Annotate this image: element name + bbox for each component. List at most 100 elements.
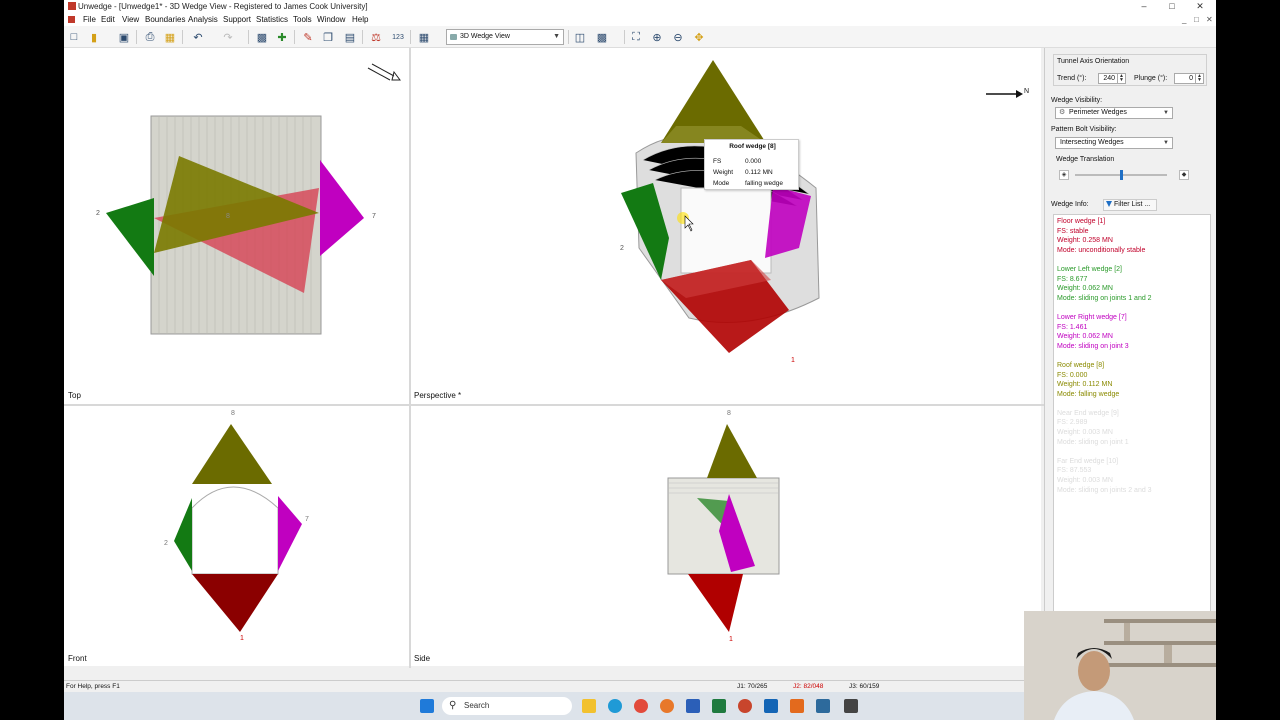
tooltip-value: 0.000 — [745, 158, 762, 165]
viewport-side[interactable]: 8 1 Side — [411, 406, 1041, 666]
wedge-info-line: Mode: sliding on joint 1 — [1057, 438, 1129, 446]
windows-start-icon[interactable] — [420, 699, 434, 713]
mdi-close-button[interactable]: ✕ — [1206, 13, 1213, 26]
unwedge-taskbar-icon[interactable] — [844, 699, 858, 713]
top-view-drawing — [106, 63, 401, 335]
excel-icon[interactable] — [712, 699, 726, 713]
outlook-icon[interactable] — [764, 699, 778, 713]
trend-spinner[interactable]: 240 ▲ ▼ — [1098, 73, 1126, 84]
wedge-info-line: Weight: 0.003 MN — [1057, 429, 1113, 437]
powerpoint-icon[interactable] — [738, 699, 752, 713]
wedge-label-8: 8 — [231, 410, 235, 417]
undo-icon[interactable]: ↶ — [190, 29, 206, 45]
redo-icon[interactable]: ↷ — [220, 29, 236, 45]
zoom-out-icon[interactable]: ⊖ — [670, 29, 686, 45]
tooltip-value: falling wedge — [745, 180, 783, 187]
mdi-restore-button[interactable]: □ — [1194, 13, 1199, 26]
menu-view[interactable]: View — [122, 13, 139, 26]
word-icon[interactable] — [686, 699, 700, 713]
wedge-label-8: 8 — [727, 410, 731, 417]
print-preview-icon[interactable]: ▦ — [162, 29, 178, 45]
toolbar: □ ▮ ▣ ⎙ ▦ ↶ ↷ ▩ ✚ ✎ ❐ ▤ ⚖ 123 ▦ 3D Wedge… — [64, 26, 1216, 48]
firefox-icon[interactable] — [660, 699, 674, 713]
mdi-minimize-button[interactable]: _ — [1182, 13, 1186, 26]
bolt-visibility-select[interactable]: Intersecting Wedges ▼ — [1055, 137, 1173, 149]
spinner-arrows-icon[interactable]: ▲ ▼ — [1117, 74, 1125, 83]
export-icon[interactable]: ✚ — [274, 29, 290, 45]
menu-window[interactable]: Window — [317, 13, 345, 26]
number-icon[interactable]: 123 — [390, 29, 406, 45]
plunge-spinner[interactable]: 0 ▲ ▼ — [1174, 73, 1204, 84]
viewport-front[interactable]: 8 2 7 1 Front — [64, 406, 409, 666]
menu-file[interactable]: File — [83, 13, 96, 26]
wedge-info-line: Weight: 0.258 MN — [1057, 237, 1113, 245]
viewport-perspective[interactable]: 2 1 N Perspective * — [411, 48, 1041, 404]
wedge-translation-slider[interactable] — [1075, 170, 1167, 180]
status-help: For Help, press F1 — [66, 683, 120, 690]
viewport-label-perspective: Perspective * — [414, 391, 462, 400]
new-icon[interactable]: □ — [66, 29, 82, 45]
taskbar-search[interactable]: ⚲ Search — [442, 697, 572, 715]
copy-icon[interactable]: ❐ — [320, 29, 336, 45]
bolt-visibility-value: Intersecting Wedges — [1060, 139, 1124, 146]
wedge-info-entry: Near End wedge [9] FS: 2.989 Weight: 0.003… — [1057, 409, 1207, 447]
tunnel-axis-group: Tunnel Axis Orientation Trend (°): 240 ▲… — [1053, 54, 1207, 86]
trend-label: Trend (°): — [1057, 75, 1087, 82]
close-button[interactable]: ✕ — [1186, 0, 1214, 13]
menu-edit[interactable]: Edit — [101, 13, 115, 26]
print-icon[interactable]: ⎙ — [142, 29, 158, 45]
wedge-visibility-label: Wedge Visibility: — [1051, 97, 1103, 104]
menu-help[interactable]: Help — [352, 13, 368, 26]
layout-icon[interactable]: ◫ — [572, 29, 588, 45]
open-icon[interactable]: ▮ — [86, 29, 102, 45]
spinner-arrows-icon[interactable]: ▲ ▼ — [1195, 74, 1203, 83]
wedge-info-entry: Roof wedge [8] FS: 0.000 Weight: 0.112 MN M… — [1057, 361, 1207, 399]
maximize-button[interactable]: □ — [1158, 0, 1186, 13]
toolbar-separator — [568, 30, 569, 44]
menu-bar: File Edit View Boundaries Analysis Suppo… — [64, 13, 1216, 26]
file-explorer-icon[interactable] — [582, 699, 596, 713]
pan-icon[interactable]: ✥ — [691, 29, 707, 45]
status-j1: J1: 70/265 — [737, 683, 768, 690]
tooltip-key: Weight — [713, 169, 734, 176]
calculator-icon[interactable]: ▦ — [416, 29, 432, 45]
edit-icon[interactable]: ✎ — [300, 29, 316, 45]
camera-icon[interactable]: ▩ — [594, 29, 610, 45]
sidebar-panel: Tunnel Axis Orientation Trend (°): 240 ▲… — [1044, 48, 1216, 613]
report-icon[interactable]: ▤ — [342, 29, 358, 45]
save-icon[interactable]: ▣ — [116, 29, 132, 45]
chrome-icon[interactable] — [634, 699, 648, 713]
compute-icon[interactable]: ▩ — [254, 29, 270, 45]
menu-support[interactable]: Support — [223, 13, 251, 26]
minimize-button[interactable]: – — [1130, 0, 1158, 13]
wedge-label-7: 7 — [372, 213, 376, 220]
wedge-visibility-select[interactable]: ⚙ Perimeter Wedges ▼ — [1055, 107, 1173, 119]
zoom-in-icon[interactable]: ⊕ — [649, 29, 665, 45]
view-select[interactable]: 3D Wedge View ▼ — [446, 29, 564, 45]
title-bar: Unwedge - [Unwedge1* - 3D Wedge View - R… — [64, 0, 1216, 13]
wedge-label-2: 2 — [164, 540, 168, 547]
north-arrow-icon — [371, 63, 395, 77]
filter-list-button[interactable]: Filter List ... — [1103, 199, 1157, 211]
webcam-image — [1024, 611, 1216, 720]
wedge-info-line: Lower Left wedge [2] — [1057, 265, 1122, 273]
menu-analysis[interactable]: Analysis — [188, 13, 218, 26]
menu-boundaries[interactable]: Boundaries — [145, 13, 185, 26]
network-app-icon[interactable] — [816, 699, 830, 713]
slider-thumb[interactable] — [1119, 170, 1123, 180]
translation-settings-icon[interactable]: ◆ — [1179, 170, 1189, 180]
menu-tools[interactable]: Tools — [293, 13, 312, 26]
scale-icon[interactable]: ⚖ — [368, 29, 384, 45]
edge-icon[interactable] — [608, 699, 622, 713]
wedge-visibility-icon: ⚙ — [1059, 109, 1066, 116]
zoom-extents-icon[interactable]: ⛶ — [628, 29, 644, 45]
wedge-info-line: FS: stable — [1057, 227, 1089, 235]
toolbar-separator — [136, 30, 137, 44]
wedge-info-entry: Floor wedge [1] FS: stable Weight: 0.258 M… — [1057, 217, 1207, 255]
menu-statistics[interactable]: Statistics — [256, 13, 288, 26]
taskbar-search-label: Search — [464, 701, 490, 710]
pdf-icon[interactable] — [790, 699, 804, 713]
viewport-top[interactable]: 2 7 8 Top — [64, 48, 409, 404]
translation-reset-icon[interactable]: ◈ — [1059, 170, 1069, 180]
chevron-down-icon: ▼ — [553, 33, 560, 40]
